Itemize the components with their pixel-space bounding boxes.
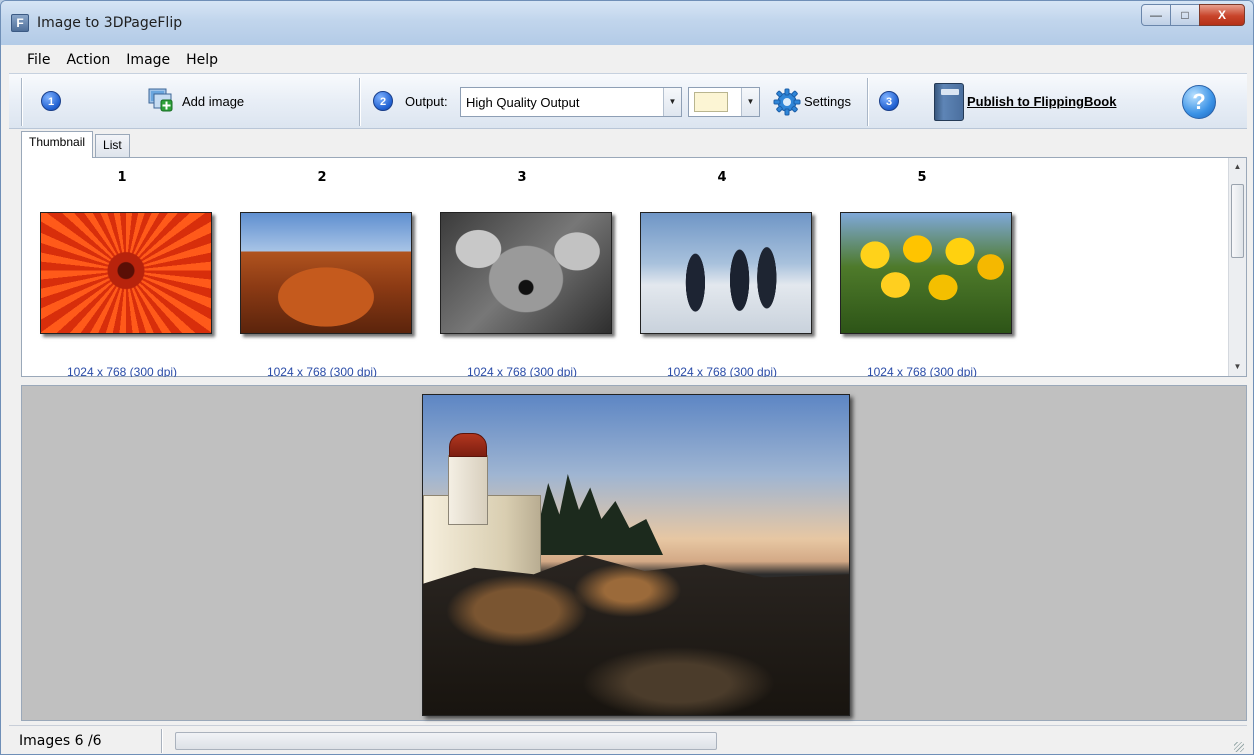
thumbnail-number: 2 xyxy=(317,170,327,185)
thumbnail-item[interactable]: 5 1024 x 768 (300 dpi) xyxy=(822,158,1022,377)
preview-lighthouse-tower xyxy=(448,455,488,525)
toolbar-separator xyxy=(359,78,361,126)
thumbnail-image-desert[interactable] xyxy=(240,212,412,334)
close-button[interactable]: X xyxy=(1199,4,1245,26)
progress-bar xyxy=(175,732,717,750)
step-1-icon: 1 xyxy=(41,91,61,111)
tab-thumbnail[interactable]: Thumbnail xyxy=(21,131,94,158)
preview-lighthouse-lamp xyxy=(449,433,487,457)
thumbnail-info: 1024 x 768 (300 dpi) xyxy=(866,365,978,377)
output-quality-value: High Quality Output xyxy=(466,95,580,110)
scroll-up-icon[interactable]: ▲ xyxy=(1229,158,1246,176)
status-divider xyxy=(161,729,163,753)
thumbnail-info: 1024 x 768 (300 dpi) xyxy=(66,365,178,377)
window-title: Image to 3DPageFlip xyxy=(37,15,183,31)
minimize-button[interactable]: — xyxy=(1141,4,1171,26)
color-swatch xyxy=(694,92,728,112)
app-logo-icon: F xyxy=(11,14,29,32)
add-image-button[interactable]: Add image xyxy=(182,94,244,109)
toolbar-separator xyxy=(21,78,23,126)
menu-action[interactable]: Action xyxy=(58,52,118,68)
thumbnail-item[interactable]: 4 1024 x 768 (300 dpi) xyxy=(622,158,822,377)
thumbnail-item[interactable]: 2 1024 x 768 (300 dpi) xyxy=(222,158,422,377)
menu-help[interactable]: Help xyxy=(178,52,226,68)
output-quality-dropdown[interactable]: High Quality Output ▼ xyxy=(460,87,682,117)
toolbar: 1 Add image 2 Output: High Quality Outpu… xyxy=(9,73,1247,129)
thumbnail-image-red-flower[interactable] xyxy=(40,212,212,334)
thumbnail-image-koala[interactable] xyxy=(440,212,612,334)
gear-icon[interactable] xyxy=(772,87,802,117)
view-tabs: Thumbnail List xyxy=(21,131,132,158)
thumbnail-item[interactable]: 1 1024 x 768 (300 dpi) xyxy=(22,158,222,377)
title-bar[interactable]: F Image to 3DPageFlip — □ X xyxy=(1,1,1253,45)
preview-trees xyxy=(523,474,663,555)
chevron-down-icon[interactable]: ▼ xyxy=(663,88,681,116)
thumbnail-image-tulips[interactable] xyxy=(840,212,1012,334)
thumbnail-panel: 1 1024 x 768 (300 dpi) 2 1024 x 768 (300… xyxy=(21,157,1247,377)
resize-grip-icon[interactable] xyxy=(1234,742,1244,752)
status-bar: Images 6 /6 xyxy=(9,725,1247,754)
thumbnail-number: 4 xyxy=(717,170,727,185)
help-icon[interactable]: ? xyxy=(1182,85,1216,119)
step-3-icon: 3 xyxy=(879,91,899,111)
preview-rocks xyxy=(423,555,849,715)
thumbnail-info: 1024 x 768 (300 dpi) xyxy=(666,365,778,377)
thumbnail-number: 3 xyxy=(517,170,527,185)
toolbar-separator xyxy=(867,78,869,126)
preview-image-lighthouse xyxy=(422,394,850,716)
maximize-button[interactable]: □ xyxy=(1170,4,1200,26)
thumbnail-info: 1024 x 768 (300 dpi) xyxy=(266,365,378,377)
thumbnail-item[interactable]: 3 1024 x 768 (300 dpi) xyxy=(422,158,622,377)
thumbnail-info: 1024 x 768 (300 dpi) xyxy=(466,365,578,377)
output-label: Output: xyxy=(405,94,448,109)
preview-panel xyxy=(21,385,1247,721)
tab-list[interactable]: List xyxy=(95,134,130,158)
step-2-icon: 2 xyxy=(373,91,393,111)
image-count-status: Images 6 /6 xyxy=(19,733,102,749)
scroll-down-icon[interactable]: ▼ xyxy=(1229,358,1246,376)
chevron-down-icon[interactable]: ▼ xyxy=(741,88,759,116)
app-window: F Image to 3DPageFlip — □ X File Action … xyxy=(0,0,1254,755)
scroll-thumb[interactable] xyxy=(1231,184,1244,258)
background-color-dropdown[interactable]: ▼ xyxy=(688,87,760,117)
menu-file[interactable]: File xyxy=(9,52,58,68)
thumbnail-number: 5 xyxy=(917,170,927,185)
add-image-icon[interactable] xyxy=(147,86,173,112)
publish-button[interactable]: Publish to FlippingBook xyxy=(967,94,1116,109)
thumbnail-number: 1 xyxy=(117,170,127,185)
menu-image[interactable]: Image xyxy=(118,52,178,68)
settings-button[interactable]: Settings xyxy=(804,94,851,109)
thumbnail-image-penguins[interactable] xyxy=(640,212,812,334)
menu-bar: File Action Image Help xyxy=(9,47,1247,73)
flipping-book-icon[interactable] xyxy=(934,83,964,121)
thumbnail-scrollbar[interactable]: ▲ ▼ xyxy=(1228,158,1246,376)
window-controls: — □ X xyxy=(1141,4,1245,26)
